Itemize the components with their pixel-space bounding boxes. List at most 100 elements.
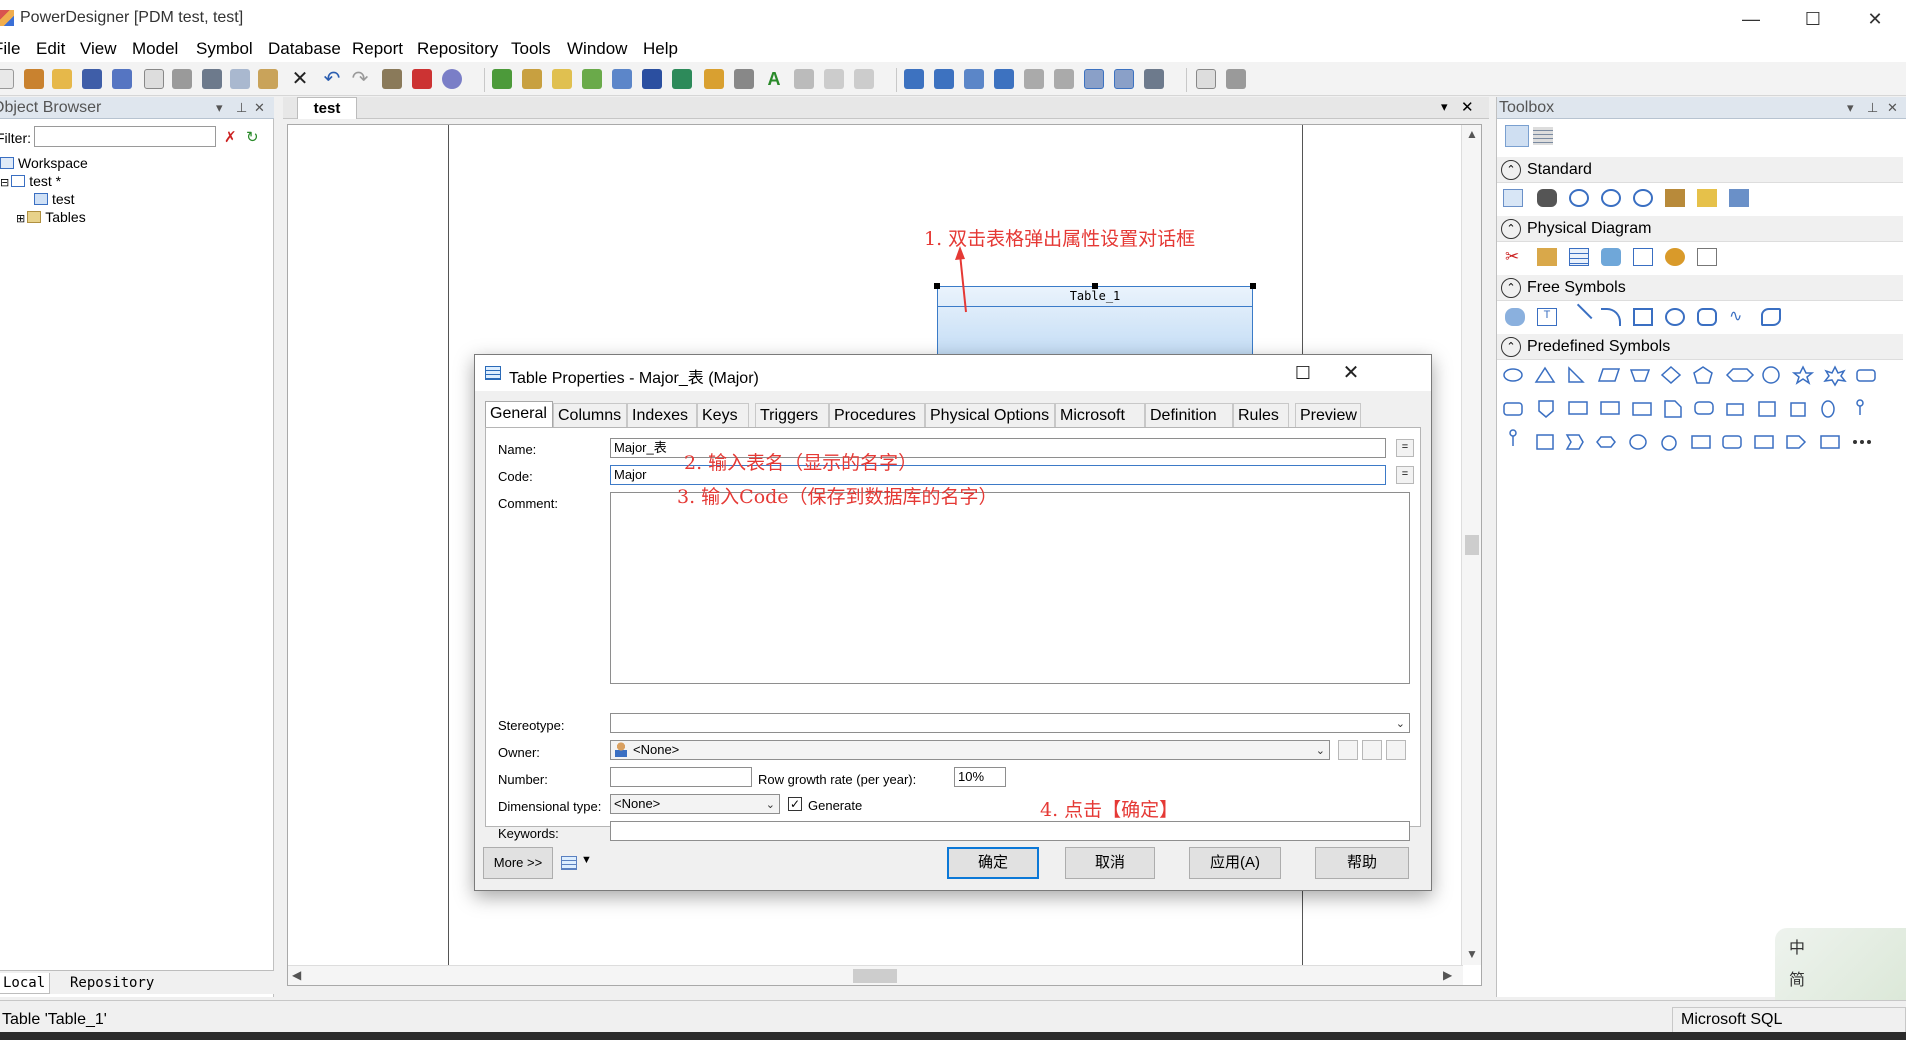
annotation-step1: 1. 双击表格弹出属性设置对话框 (924, 228, 1196, 250)
text-tool-icon[interactable]: T (1537, 308, 1557, 326)
note-tool-icon[interactable] (1505, 308, 1525, 326)
toolbox-panel: Toolbox ▾ ⊥ ✕ ⌃ Standard ⌃ Physical Diagra… (1496, 97, 1906, 997)
procedure-tool-icon[interactable] (1665, 248, 1685, 266)
annotation-step4: 4. 点击【确定】 (1040, 799, 1179, 821)
create-owner-button[interactable] (1338, 740, 1358, 760)
rounded-rect-tool-icon[interactable] (1697, 308, 1717, 326)
dimensional-value: <None> (614, 796, 661, 811)
section-predefined-label: Predefined Symbols (1527, 338, 1671, 355)
grid-view-icon[interactable] (1505, 125, 1529, 147)
status-dbms: Microsoft SQL (1672, 1007, 1906, 1033)
tab-columns[interactable]: Columns (553, 403, 627, 427)
collapse-predefined-icon[interactable]: ⌃ (1501, 337, 1521, 357)
grabber-tool-icon[interactable] (1537, 189, 1557, 207)
number-label: Number: (498, 772, 548, 787)
stereotype-label: Stereotype: (498, 718, 565, 733)
ime-simplified[interactable]: 简 (1789, 966, 1805, 990)
collapse-physical-icon[interactable]: ⌃ (1501, 219, 1521, 239)
zoom-in-tool-icon[interactable] (1569, 189, 1589, 207)
toolbox-pin-icon[interactable]: ⊥ (1867, 97, 1878, 119)
table-tool-icon[interactable] (1569, 248, 1589, 266)
line-tool-icon[interactable] (1565, 303, 1593, 331)
user-icon (615, 742, 627, 757)
print-dropdown-icon[interactable]: ▼ (581, 854, 592, 866)
predefined-shapes-icon[interactable] (1503, 365, 1893, 461)
delete-tool-icon[interactable] (1697, 189, 1717, 207)
row-growth-label: Row growth rate (per year): (758, 772, 917, 787)
link-tool-icon[interactable] (1729, 189, 1749, 207)
section-free-label: Free Symbols (1527, 279, 1626, 296)
zoom-out-tool-icon[interactable] (1601, 189, 1621, 207)
section-standard[interactable]: ⌃ Standard (1497, 157, 1903, 183)
rectangle-tool-icon[interactable] (1633, 308, 1653, 326)
dialog-titlebar: Table Properties - Major_表 (Major) ☐ ✕ (475, 355, 1431, 391)
code-sync-button[interactable]: = (1396, 466, 1414, 484)
tab-definition[interactable]: Definition (1145, 403, 1233, 427)
polyline-tool-icon[interactable]: ∿ (1729, 308, 1749, 326)
polygon-tool-icon[interactable] (1761, 308, 1781, 326)
name-label: Name: (498, 442, 537, 457)
list-view-icon[interactable] (1533, 127, 1553, 145)
comment-textarea[interactable] (610, 492, 1410, 684)
package-tool-icon[interactable] (1537, 248, 1557, 266)
reference-tool-icon[interactable] (1633, 248, 1653, 266)
tab-preview[interactable]: Preview (1295, 403, 1361, 427)
owner-select[interactable]: <None> ⌄ (610, 740, 1330, 760)
tab-triggers[interactable]: Triggers (755, 403, 829, 427)
name-code-sync-button[interactable]: = (1396, 439, 1414, 457)
ellipse-tool-icon[interactable] (1665, 308, 1685, 326)
toolbox-close-icon[interactable]: ✕ (1887, 97, 1898, 119)
code-label: Code: (498, 469, 533, 484)
tab-indexes[interactable]: Indexes (627, 403, 697, 427)
tab-general[interactable]: General (485, 401, 553, 427)
status-selection: Table 'Table_1' (2, 1011, 107, 1028)
section-free[interactable]: ⌃ Free Symbols (1497, 275, 1903, 301)
arc-tool-icon[interactable] (1601, 308, 1621, 326)
dimensional-select[interactable]: <None> ⌄ (610, 794, 780, 814)
dialog-close-button[interactable]: ✕ (1327, 357, 1375, 389)
number-input[interactable] (610, 767, 752, 787)
taskbar-strip (0, 1032, 1906, 1040)
section-physical[interactable]: ⌃ Physical Diagram (1497, 216, 1903, 242)
select-owner-button[interactable] (1362, 740, 1382, 760)
print-dialog-icon[interactable] (561, 856, 577, 870)
keywords-label: Keywords: (498, 826, 559, 841)
more-button[interactable]: More >> (483, 847, 553, 879)
generate-checkbox[interactable]: ✓ (788, 797, 802, 811)
row-growth-input[interactable]: 10% (954, 767, 1006, 787)
cut-tool-icon[interactable]: ✂ (1505, 248, 1525, 266)
annotation-step3: 3. 输入Code（保存到数据库的名字） (677, 486, 998, 508)
owner-properties-button[interactable] (1386, 740, 1406, 760)
owner-label: Owner: (498, 745, 540, 760)
pointer-tool-icon[interactable] (1503, 189, 1523, 207)
collapse-free-icon[interactable]: ⌃ (1501, 278, 1521, 298)
properties-tool-icon[interactable] (1665, 189, 1685, 207)
view-tool-icon[interactable] (1601, 248, 1621, 266)
ime-mode[interactable]: 中 (1789, 934, 1805, 958)
tab-procedures[interactable]: Procedures (829, 403, 925, 427)
cancel-button[interactable]: 取消 (1065, 847, 1155, 879)
toolbox-dropdown-icon[interactable]: ▾ (1847, 97, 1854, 119)
toolbox-header: Toolbox ▾ ⊥ ✕ (1497, 97, 1906, 119)
ok-button[interactable]: 确定 (947, 847, 1039, 879)
annotation-step2: 2. 输入表名（显示的名字） (684, 452, 918, 474)
apply-button[interactable]: 应用(A) (1189, 847, 1281, 879)
keywords-input[interactable] (610, 821, 1410, 841)
table-icon (485, 366, 501, 380)
stereotype-select[interactable]: ⌄ (610, 713, 1410, 733)
open-diagram-tool-icon[interactable] (1633, 189, 1653, 207)
section-physical-label: Physical Diagram (1527, 220, 1652, 237)
owner-value: <None> (633, 742, 680, 757)
tab-keys[interactable]: Keys (697, 403, 749, 427)
tab-physical-options[interactable]: Physical Options (925, 403, 1055, 427)
section-predefined[interactable]: ⌃ Predefined Symbols (1497, 334, 1903, 360)
tab-rules[interactable]: Rules (1233, 403, 1289, 427)
collapse-standard-icon[interactable]: ⌃ (1501, 160, 1521, 180)
help-button[interactable]: 帮助 (1315, 847, 1409, 879)
dialog-title: Table Properties - Major_表 (Major) (509, 370, 759, 387)
file-tool-icon[interactable] (1697, 248, 1717, 266)
tab-microsoft[interactable]: Microsoft (1055, 403, 1145, 427)
dialog-maximize-button[interactable]: ☐ (1279, 357, 1327, 389)
powerdesigner-window: PowerDesigner [PDM test, test] — ☐ ✕ Fil… (0, 0, 1906, 1040)
chevron-down-icon: ⌄ (765, 799, 775, 811)
